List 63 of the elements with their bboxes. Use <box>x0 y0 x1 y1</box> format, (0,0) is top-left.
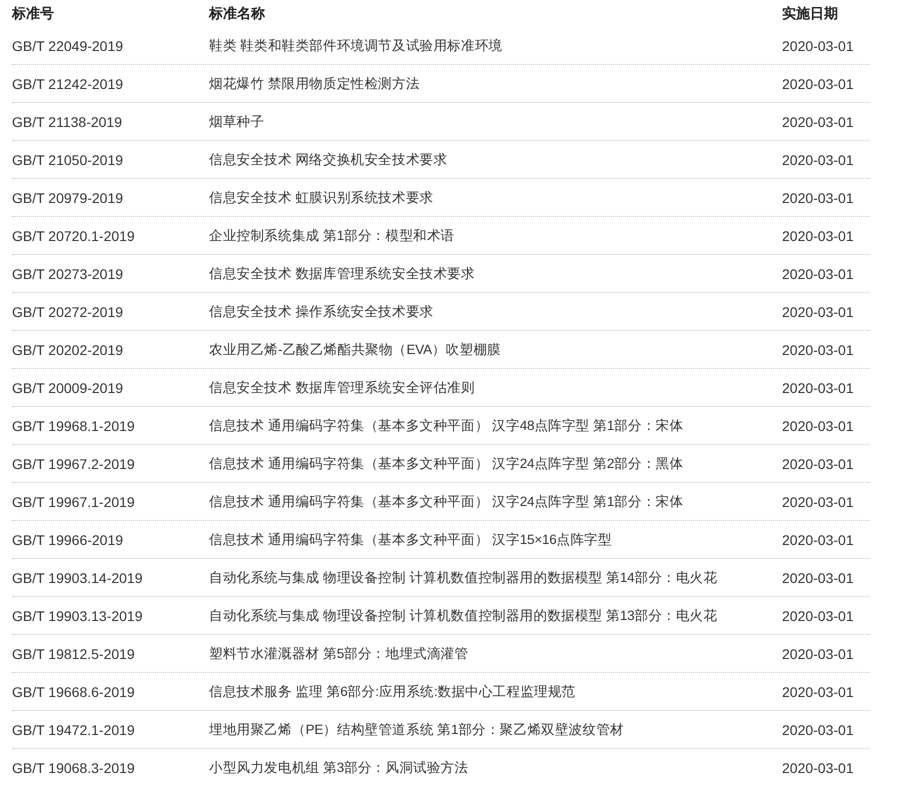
standard-number: GB/T 19967.1-2019 <box>12 494 135 510</box>
effective-date: 2020-03-01 <box>782 456 854 472</box>
standard-number: GB/T 20009-2019 <box>12 380 124 396</box>
standard-number: GB/T 20979-2019 <box>12 190 124 206</box>
standard-number: GB/T 21242-2019 <box>12 76 124 92</box>
standard-title: 信息安全技术 数据库管理系统安全技术要求 <box>209 264 475 282</box>
standard-number: GB/T 19903.13-2019 <box>12 608 143 624</box>
standard-title: 烟草种子 <box>209 112 264 130</box>
effective-date: 2020-03-01 <box>782 152 854 168</box>
column-header: 实施日期 <box>782 4 838 22</box>
standard-number: GB/T 20273-2019 <box>12 266 124 282</box>
column-header: 标准名称 <box>209 4 265 22</box>
standard-title: 信息安全技术 数据库管理系统安全评估准则 <box>209 378 475 396</box>
standard-title: 自动化系统与集成 物理设备控制 计算机数值控制器用的数据模型 第14部分：电火花 <box>209 568 718 586</box>
standard-title: 信息技术 通用编码字符集（基本多文种平面） 汉字48点阵字型 第1部分：宋体 <box>209 416 684 434</box>
effective-date: 2020-03-01 <box>782 760 854 776</box>
effective-date: 2020-03-01 <box>782 304 854 320</box>
effective-date: 2020-03-01 <box>782 380 854 396</box>
effective-date: 2020-03-01 <box>782 114 854 130</box>
effective-date: 2020-03-01 <box>782 646 854 662</box>
standard-title: 信息技术 通用编码字符集（基本多文种平面） 汉字24点阵字型 第2部分：黑体 <box>209 454 684 472</box>
effective-date: 2020-03-01 <box>782 76 854 92</box>
standard-number: GB/T 19966-2019 <box>12 532 124 548</box>
standard-number: GB/T 19968.1-2019 <box>12 418 135 434</box>
standard-number: GB/T 20202-2019 <box>12 342 124 358</box>
standard-title: 小型风力发电机组 第3部分：风洞试验方法 <box>209 758 468 776</box>
standard-number: GB/T 19068.3-2019 <box>12 760 135 776</box>
standard-number: GB/T 19668.6-2019 <box>12 684 135 700</box>
standard-number: GB/T 20720.1-2019 <box>12 228 135 244</box>
effective-date: 2020-03-01 <box>782 684 854 700</box>
standard-title: 塑料节水灌溉器材 第5部分：地埋式滴灌管 <box>209 644 468 662</box>
effective-date: 2020-03-01 <box>782 722 854 738</box>
standard-number: GB/T 20272-2019 <box>12 304 124 320</box>
standard-number: GB/T 19812.5-2019 <box>12 646 135 662</box>
standard-title: 鞋类 鞋类和鞋类部件环境调节及试验用标准环境 <box>209 36 502 54</box>
standard-number: GB/T 19967.2-2019 <box>12 456 135 472</box>
effective-date: 2020-03-01 <box>782 494 854 510</box>
standard-title: 信息安全技术 操作系统安全技术要求 <box>209 302 434 320</box>
standard-title: 烟花爆竹 禁限用物质定性检测方法 <box>209 74 420 92</box>
standard-title: 信息技术服务 监理 第6部分:应用系统:数据中心工程监理规范 <box>209 682 576 700</box>
effective-date: 2020-03-01 <box>782 38 854 54</box>
effective-date: 2020-03-01 <box>782 228 854 244</box>
standard-title: 自动化系统与集成 物理设备控制 计算机数值控制器用的数据模型 第13部分：电火花 <box>209 606 718 624</box>
effective-date: 2020-03-01 <box>782 608 854 624</box>
standard-title: 信息安全技术 虹膜识别系统技术要求 <box>209 188 434 206</box>
effective-date: 2020-03-01 <box>782 532 854 548</box>
standard-title: 埋地用聚乙烯（PE）结构壁管道系统 第1部分：聚乙烯双壁波纹管材 <box>209 720 624 738</box>
standard-number: GB/T 22049-2019 <box>12 38 124 54</box>
effective-date: 2020-03-01 <box>782 418 854 434</box>
effective-date: 2020-03-01 <box>782 570 854 586</box>
effective-date: 2020-03-01 <box>782 342 854 358</box>
standard-number: GB/T 19903.14-2019 <box>12 570 143 586</box>
effective-date: 2020-03-01 <box>782 190 854 206</box>
standard-title: 信息技术 通用编码字符集（基本多文种平面） 汉字24点阵字型 第1部分：宋体 <box>209 492 684 510</box>
standard-title: 信息安全技术 网络交换机安全技术要求 <box>209 150 448 168</box>
effective-date: 2020-03-01 <box>782 266 854 282</box>
standard-number: GB/T 19472.1-2019 <box>12 722 135 738</box>
standard-number: GB/T 21138-2019 <box>12 114 122 130</box>
standard-title: 信息技术 通用编码字符集（基本多文种平面） 汉字15×16点阵字型 <box>209 530 612 548</box>
standard-number: GB/T 21050-2019 <box>12 152 124 168</box>
standard-title: 企业控制系统集成 第1部分：模型和术语 <box>209 226 454 244</box>
column-header: 标准号 <box>12 4 54 22</box>
standard-title: 农业用乙烯-乙酸乙烯酯共聚物（EVA）吹塑棚膜 <box>209 340 501 358</box>
